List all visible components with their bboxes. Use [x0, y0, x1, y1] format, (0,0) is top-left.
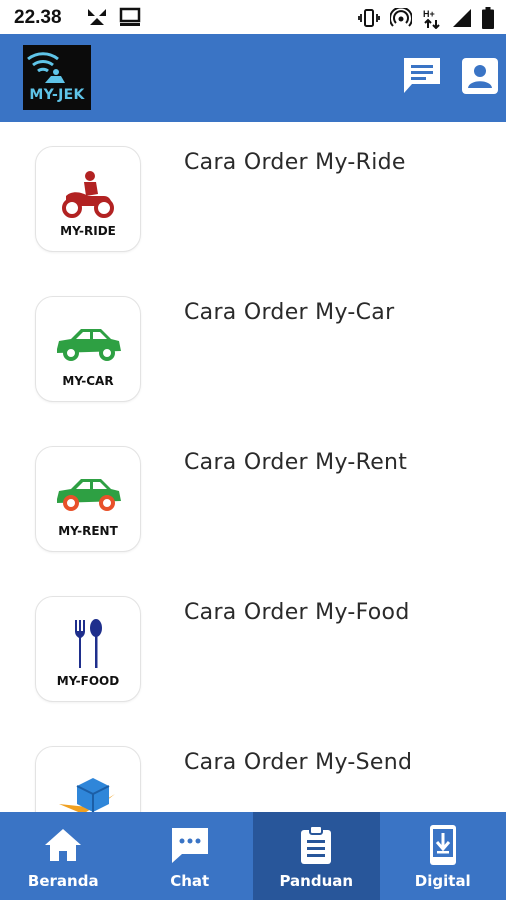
logo-text: MY-JEK: [29, 87, 85, 103]
guide-item-my-ride[interactable]: MY-RIDE Cara Order My-Ride: [0, 122, 506, 272]
signal-icon: [452, 8, 472, 33]
bottom-nav: Beranda Chat Panduan Digital: [0, 812, 506, 900]
guide-item-my-rent[interactable]: MY-RENT Cara Order My-Rent: [0, 422, 506, 572]
tile-label: MY-FOOD: [56, 674, 120, 688]
nav-panduan[interactable]: Panduan: [253, 812, 380, 900]
nav-digital[interactable]: Digital: [380, 812, 506, 900]
chat-icon: [171, 828, 208, 863]
service-tile[interactable]: MY-RIDE: [35, 146, 141, 252]
cast-icon: [118, 7, 142, 32]
guide-item-my-send[interactable]: Cara Order My-Send: [0, 722, 506, 812]
guide-item-my-food[interactable]: MY-FOOD Cara Order My-Food: [0, 572, 506, 722]
package-icon: [59, 778, 115, 812]
nav-label: Chat: [170, 872, 210, 890]
nav-chat[interactable]: Chat: [127, 812, 254, 900]
battery-icon: [482, 7, 494, 34]
nav-label: Digital: [414, 872, 471, 890]
vibrate-icon: [358, 8, 380, 33]
nav-label: Panduan: [279, 872, 354, 890]
guide-title: Cara Order My-Food: [184, 600, 410, 625]
svg-text:H+: H+: [423, 9, 435, 19]
app-logo: MY-JEK: [23, 45, 91, 110]
guide-title: Cara Order My-Send: [184, 750, 413, 775]
home-icon: [45, 829, 82, 861]
fork-spoon-icon: [75, 619, 102, 668]
nav-label: Beranda: [27, 872, 99, 890]
service-tile[interactable]: MY-CAR: [35, 296, 141, 402]
guide-title: Cara Order My-Ride: [184, 150, 406, 175]
motorbike-icon: [62, 171, 114, 218]
tile-label: MY-RIDE: [60, 224, 116, 238]
car-icon: [57, 329, 121, 361]
message-icon: [404, 58, 440, 93]
service-tile[interactable]: MY-RENT: [35, 446, 141, 552]
service-tile[interactable]: MY-FOOD: [35, 596, 141, 702]
status-bar: 22.38 H+: [0, 0, 506, 34]
wifi-rider-icon: [27, 52, 65, 83]
guide-title: Cara Order My-Rent: [184, 450, 408, 475]
app-bar: MY-JEK: [0, 34, 506, 122]
account-button[interactable]: [460, 56, 500, 96]
nav-beranda[interactable]: Beranda: [0, 812, 127, 900]
message-button[interactable]: [402, 56, 442, 96]
cursor-app-icon: [86, 7, 108, 32]
guide-list: MY-RIDE Cara Order My-Ride MY-CAR Cara O…: [0, 122, 506, 812]
clipboard-icon: [301, 825, 332, 864]
data-arrows-icon: H+: [422, 7, 442, 34]
tile-label: MY-RENT: [58, 524, 118, 538]
hotspot-icon: [389, 6, 413, 33]
guide-title: Cara Order My-Car: [184, 300, 395, 325]
status-time: 22.38: [14, 7, 62, 28]
account-icon: [462, 58, 498, 94]
guide-item-my-car[interactable]: MY-CAR Cara Order My-Car: [0, 272, 506, 422]
tile-label: MY-CAR: [62, 374, 114, 388]
rent-car-icon: [57, 479, 121, 511]
service-tile[interactable]: [35, 746, 141, 812]
phone-download-icon: [429, 825, 456, 865]
